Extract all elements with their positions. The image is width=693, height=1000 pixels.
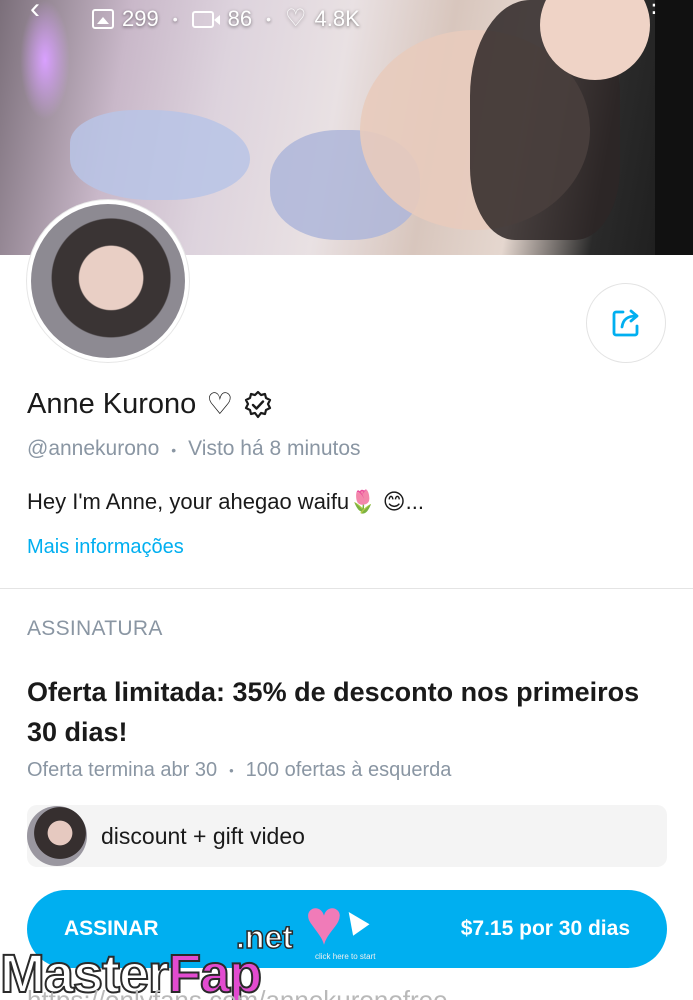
- image-icon: [92, 9, 114, 29]
- likes-count: 4.8K: [314, 6, 360, 31]
- promo-avatar: [27, 806, 87, 866]
- share-icon: [612, 309, 639, 337]
- offers-left: 100 ofertas à esquerda: [245, 759, 452, 781]
- more-icon[interactable]: ⋮: [643, 0, 665, 16]
- divider: [0, 588, 693, 589]
- likes-stat: ♡ 4.8K: [285, 6, 360, 32]
- promo-message: discount + gift video: [101, 822, 305, 849]
- profile-name-row: Anne Kurono ♡: [27, 388, 273, 421]
- heart-icon: ♡: [206, 387, 234, 421]
- images-stat: 299: [92, 6, 159, 32]
- videos-stat: 86: [191, 6, 253, 32]
- offer-meta: Oferta termina abr 30 • 100 ofertas à es…: [27, 759, 451, 783]
- video-icon: [191, 10, 220, 28]
- promo-message-box: discount + gift video: [27, 805, 667, 867]
- avatar-image: [31, 204, 185, 358]
- separator-dot: •: [266, 11, 272, 27]
- videos-count: 86: [227, 6, 253, 31]
- separator-dot: •: [229, 763, 234, 778]
- verified-icon: [245, 390, 272, 418]
- handle-row: @annekurono • Visto há 8 minutos: [27, 437, 361, 463]
- profile-name: Anne Kurono: [27, 388, 197, 420]
- subscription-section-label: ASSINATURA: [27, 617, 163, 640]
- back-icon[interactable]: ‹: [30, 0, 40, 26]
- profile-bio: Hey I'm Anne, your ahegao waifu🌷 😊...: [27, 489, 424, 514]
- more-info-link[interactable]: Mais informações: [27, 536, 184, 559]
- images-count: 299: [122, 6, 159, 31]
- profile-handle: @annekurono: [27, 437, 160, 460]
- separator-dot: •: [172, 11, 178, 27]
- cover-stats: 299 • 86 • ♡ 4.8K: [92, 6, 360, 32]
- separator-dot: •: [171, 442, 177, 458]
- offer-title: Oferta limitada: 35% de desconto nos pri…: [27, 677, 640, 747]
- last-seen: Visto há 8 minutos: [188, 437, 361, 460]
- heart-icon: ♡: [285, 5, 307, 32]
- share-button[interactable]: [586, 283, 666, 363]
- url-strip: https://onlyfans.com/annekuronofree: [27, 985, 448, 1000]
- avatar[interactable]: [27, 200, 189, 362]
- watermark-heart-icon: ♥: [305, 886, 343, 958]
- price-label: $7.15 por 30 dias: [460, 917, 630, 940]
- watermark-caption: click here to start: [315, 952, 376, 961]
- offer-ends: Oferta termina abr 30: [27, 759, 218, 781]
